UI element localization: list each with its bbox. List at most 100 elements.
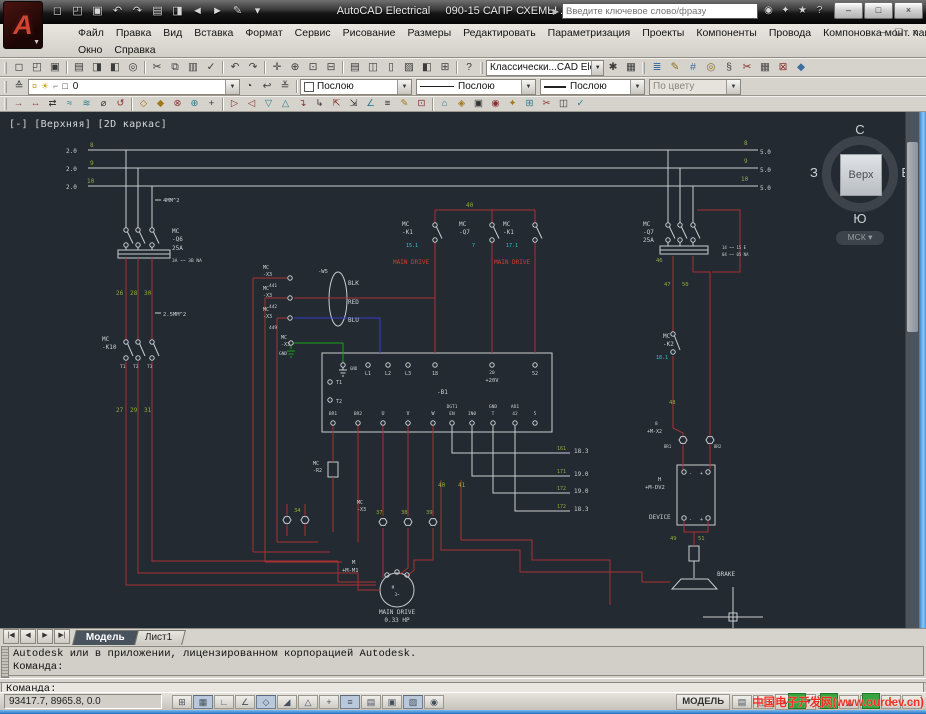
ace-flip-wire-button[interactable]: ↺	[112, 97, 129, 111]
menu-6[interactable]: Сервис	[289, 27, 337, 39]
canvas-scrollbar[interactable]	[905, 112, 919, 628]
markup-button[interactable]: ◧	[418, 60, 436, 76]
ace-edit-attribute-button[interactable]: ✎	[396, 97, 413, 111]
copy-button[interactable]: ⧉	[166, 60, 184, 76]
color-combo[interactable]: Послою ▼	[300, 79, 412, 95]
mdi-close-button[interactable]: x	[909, 27, 921, 38]
ace-insert-wire-button[interactable]: #	[684, 60, 702, 76]
menu-row2-2[interactable]: Справка	[108, 44, 161, 56]
qat-redo-button[interactable]: ↷	[128, 3, 147, 20]
menu-11[interactable]: Проекты	[636, 27, 690, 39]
ace-table-button[interactable]: ▣	[470, 97, 487, 111]
workspace-save-icon[interactable]: ▦	[622, 60, 640, 76]
tab-model[interactable]: Модель	[72, 630, 138, 645]
search-icon[interactable]: ◉	[760, 3, 777, 19]
layer-combo[interactable]: ¤☀⌐□ 0 ▼	[28, 79, 240, 95]
menu-4[interactable]: Вставка	[188, 27, 239, 39]
help-button[interactable]: ?	[460, 60, 478, 76]
qat-open-button[interactable]: ◰	[68, 3, 87, 20]
ace-wire-number-edit-button[interactable]: ◆	[152, 97, 169, 111]
window-restore-button[interactable]: □	[864, 2, 893, 19]
ace-edit-button[interactable]: ↳	[311, 97, 328, 111]
ace-delete-wire-number-button[interactable]: ⊗	[169, 97, 186, 111]
grid-toggle[interactable]: ▦	[193, 695, 213, 709]
communication-center-icon[interactable]: ✦	[777, 3, 794, 19]
sheetset-button[interactable]: ▨	[400, 60, 418, 76]
ace-panel-button[interactable]: ⌂	[436, 97, 453, 111]
qat-back-button[interactable]: ◄	[188, 3, 207, 20]
window-minimize-button[interactable]: –	[834, 2, 863, 19]
ace-nameplate-button[interactable]: ⊞	[521, 97, 538, 111]
ace-catalog-button[interactable]: ◆	[792, 60, 810, 76]
qat-markup-button[interactable]: ✎	[228, 3, 247, 20]
zoom-previous-button[interactable]: ⊟	[322, 60, 340, 76]
tab-nav-4[interactable]: ▶|	[54, 629, 70, 644]
ace-reports-button[interactable]: ◫	[555, 97, 572, 111]
save-button[interactable]: ▣	[46, 60, 64, 76]
selection-cycling-toggle[interactable]: ▣	[382, 695, 402, 709]
menu-3[interactable]: Вид	[157, 27, 188, 39]
mdi-restore-button[interactable]: ❏	[893, 27, 905, 38]
menu-1[interactable]: Файл	[72, 27, 110, 39]
ace-revise-ladder-button[interactable]: ≈	[61, 97, 78, 111]
zoom-realtime-button[interactable]: ⊕	[286, 60, 304, 76]
toolbar-grip[interactable]	[642, 62, 645, 74]
qat-save-button[interactable]: ▣	[88, 3, 107, 20]
annotation-monitor-toggle[interactable]: ◉	[424, 695, 444, 709]
open-button[interactable]: ◰	[28, 60, 46, 76]
model-space-button[interactable]: ▤	[732, 695, 752, 709]
ace-toggle-nc-button[interactable]: ≡	[379, 97, 396, 111]
model-button[interactable]: МОДЕЛЬ	[676, 694, 730, 710]
lineweight-combo[interactable]: Послою ▼	[540, 79, 645, 95]
ace-terminal-button[interactable]: ◉	[487, 97, 504, 111]
polar-toggle[interactable]: ∠	[235, 695, 255, 709]
viewport-controls-label[interactable]: [-] [Верхняя] [2D каркас]	[9, 119, 167, 130]
3ddwf-button[interactable]: ◎	[124, 60, 142, 76]
menu-5[interactable]: Формат	[239, 27, 288, 39]
lwt-toggle[interactable]: ≡	[340, 695, 360, 709]
ace-wire-number-button[interactable]: §	[720, 60, 738, 76]
workspace-settings-icon[interactable]: ✱	[604, 60, 622, 76]
properties-button[interactable]: ▤	[346, 60, 364, 76]
ducs-toggle[interactable]: △	[298, 695, 318, 709]
lineweight-combo-arrow[interactable]: ▼	[630, 80, 644, 94]
menu-8[interactable]: Размеры	[402, 27, 458, 39]
viewcube-north[interactable]: С	[812, 122, 908, 137]
quickcalc-button[interactable]: ⊞	[436, 60, 454, 76]
ace-copy-wire-number-button[interactable]: ⊕	[186, 97, 203, 111]
ace-insert-component-2-button[interactable]: ↴	[294, 97, 311, 111]
layer-combo-arrow[interactable]: ▼	[225, 80, 239, 94]
ace-edit-component-button[interactable]: ✎	[666, 60, 684, 76]
window-close-button[interactable]: ×	[894, 2, 923, 19]
viewcube[interactable]: Верх С Ю З В МСК ▾	[812, 126, 908, 245]
viewcube-top-face[interactable]: Верх	[840, 154, 882, 196]
ace-trim-wire-button[interactable]: ✂	[738, 60, 756, 76]
undo-button[interactable]: ↶	[226, 60, 244, 76]
tab-nav-1[interactable]: |◀	[3, 629, 19, 644]
menu-7[interactable]: Рисование	[337, 27, 402, 39]
infocenter-collapse-icon[interactable]: ▶	[553, 7, 559, 16]
ace-hide-attribute-button[interactable]: ⊡	[413, 97, 430, 111]
ace-project-manager-button[interactable]: ≣	[648, 60, 666, 76]
menu-9[interactable]: Редактировать	[457, 27, 542, 39]
color-combo-arrow[interactable]: ▼	[397, 80, 411, 94]
zoom-window-button[interactable]: ⊡	[304, 60, 322, 76]
ace-wire-button[interactable]: →	[10, 97, 27, 111]
menu-2[interactable]: Правка	[110, 27, 157, 39]
quickprops-toggle[interactable]: ▤	[361, 695, 381, 709]
ace-panel-layout-button[interactable]: ▦	[756, 60, 774, 76]
layer-states-button[interactable]: ≚	[276, 79, 294, 95]
layer-properties-manager-button[interactable]: ≙	[10, 79, 28, 95]
ace-fan-out-button[interactable]: △	[277, 97, 294, 111]
ace-destination-arrow-button[interactable]: ◁	[243, 97, 260, 111]
ace-reverse-button[interactable]: ∠	[362, 97, 379, 111]
viewcube-west[interactable]: З	[810, 165, 818, 180]
menu-row2-1[interactable]: Окно	[72, 44, 108, 56]
ace-insert-component-button[interactable]: ◎	[702, 60, 720, 76]
snap-toggle[interactable]: ⊞	[172, 695, 192, 709]
publish-button[interactable]: ◧	[106, 60, 124, 76]
toolbar-grip[interactable]	[4, 81, 7, 93]
drawing-canvas[interactable]: 2.02.02.0891089105.05.05.04MM^2MC-Q625A3…	[0, 112, 919, 628]
ace-source-arrow-button[interactable]: ▷	[226, 97, 243, 111]
qat-undo-button[interactable]: ↶	[108, 3, 127, 20]
